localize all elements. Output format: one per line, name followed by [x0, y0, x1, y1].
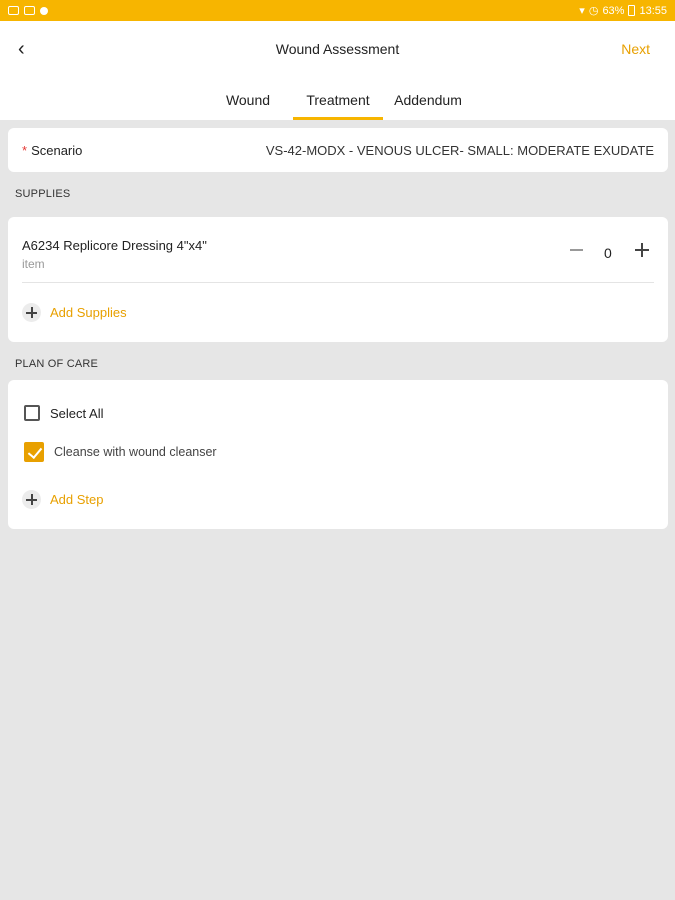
- alarm-icon: ◷: [588, 5, 599, 17]
- tab-bar: Wound Treatment Addendum: [0, 89, 675, 120]
- step-checkbox[interactable]: Cleanse with wound cleanser: [24, 442, 217, 462]
- next-button[interactable]: Next: [621, 41, 650, 57]
- tab-treatment[interactable]: Treatment: [293, 89, 383, 120]
- image-notification-icon: [8, 6, 19, 15]
- add-circle-icon: [22, 490, 41, 509]
- checkbox-unchecked-icon: [24, 405, 40, 421]
- supply-unit: item: [22, 257, 45, 271]
- page-title: Wound Assessment: [275, 41, 400, 57]
- step-label: Cleanse with wound cleanser: [54, 445, 217, 459]
- app-notification-icon: [24, 6, 35, 15]
- quantity-value: 0: [604, 245, 612, 261]
- select-all-checkbox[interactable]: Select All: [24, 405, 103, 421]
- tab-wound[interactable]: Wound: [219, 89, 277, 120]
- clock: 13:55: [639, 4, 667, 17]
- add-supplies-button[interactable]: Add Supplies: [22, 303, 127, 322]
- notification-dot-icon: [40, 6, 48, 15]
- supplies-card: A6234 Replicore Dressing 4"x4" item 0 Ad…: [8, 217, 668, 342]
- scenario-label-text: Scenario: [31, 143, 83, 158]
- battery-percent: 63%: [602, 4, 625, 17]
- add-step-button[interactable]: Add Step: [22, 490, 104, 509]
- plus-icon[interactable]: [633, 241, 651, 259]
- supply-name: A6234 Replicore Dressing 4"x4": [22, 238, 207, 253]
- status-bar: ▾ ◷ 63% 13:55: [0, 0, 675, 21]
- plan-of-care-card: Select All Cleanse with wound cleanser A…: [8, 380, 668, 529]
- battery-icon: [628, 5, 636, 16]
- scenario-field[interactable]: * Scenario VS-42-MODX - VENOUS ULCER- SMA…: [8, 128, 668, 172]
- required-marker: *: [22, 143, 28, 158]
- add-step-label: Add Step: [50, 492, 104, 507]
- tab-addendum[interactable]: Addendum: [389, 89, 467, 120]
- scenario-label: * Scenario: [22, 143, 82, 158]
- plan-of-care-section-title: PLAN OF CARE: [15, 358, 99, 370]
- select-all-label: Select All: [50, 405, 104, 421]
- app-header: ‹ Wound Assessment Next Wound Treatment …: [0, 21, 675, 120]
- add-supplies-label: Add Supplies: [50, 305, 127, 320]
- minus-icon[interactable]: [568, 241, 586, 259]
- checkbox-checked-icon: [24, 442, 44, 462]
- divider: [22, 282, 654, 283]
- add-circle-icon: [22, 303, 41, 322]
- supplies-section-title: SUPPLIES: [15, 188, 71, 200]
- scenario-value[interactable]: VS-42-MODX - VENOUS ULCER- SMALL: MODERA…: [266, 143, 654, 158]
- wifi-icon: ▾: [579, 5, 585, 17]
